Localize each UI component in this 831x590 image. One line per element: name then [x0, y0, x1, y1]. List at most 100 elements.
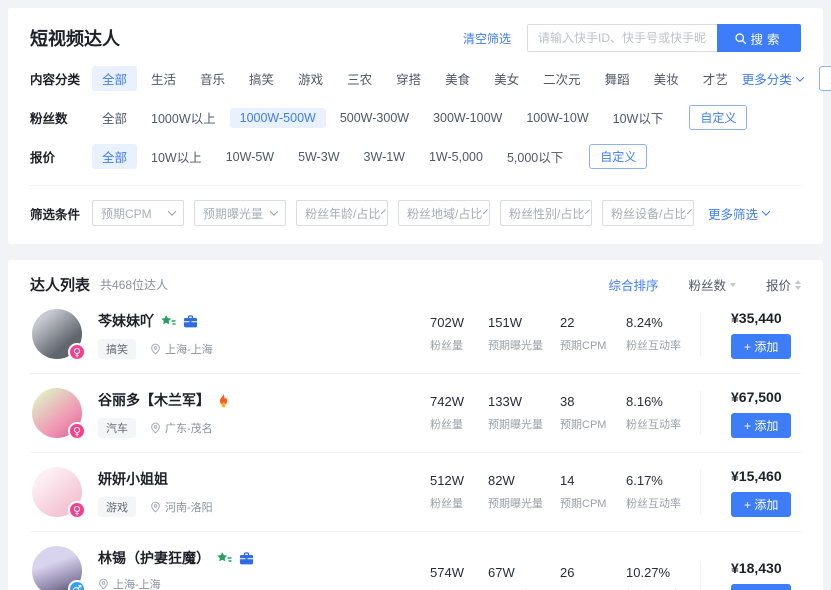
- filter-option[interactable]: 穿搭: [386, 66, 431, 91]
- filter-option[interactable]: 音乐: [190, 66, 235, 91]
- influencer-main: ♀ 妍妍小姐姐: [30, 467, 430, 517]
- filter-option[interactable]: 游戏: [288, 66, 333, 91]
- condition-select[interactable]: 预期CPM: [92, 200, 184, 226]
- sort-option[interactable]: 粉丝数: [688, 275, 736, 294]
- filter-option[interactable]: 全部: [92, 105, 137, 130]
- condition-select[interactable]: 粉丝年龄/占比: [296, 200, 388, 226]
- condition-select[interactable]: 粉丝设备/占比: [602, 200, 694, 226]
- more-filters-link[interactable]: 更多筛选: [708, 204, 769, 223]
- category-tag: 搞笑: [98, 339, 136, 359]
- stat-cpm: 22 预期CPM: [560, 315, 626, 353]
- name-line: 谷丽多【木兰军】: [98, 390, 230, 410]
- influencer-name[interactable]: 林锡（护妻狂魔）: [98, 548, 210, 568]
- filter-option[interactable]: 搞笑: [239, 66, 284, 91]
- filter-option[interactable]: 5W-3W: [288, 147, 349, 167]
- name-line: 妍妍小姐姐: [98, 469, 213, 489]
- filter-option[interactable]: 10W以下: [603, 105, 674, 130]
- stat-cpm-label: 预期CPM: [560, 416, 626, 432]
- influencer-row: ♂ 林锡（护妻狂魔）: [30, 532, 801, 590]
- price-column: ¥35,440 + 添加: [701, 310, 801, 359]
- stat-fans-value: 512W: [430, 473, 488, 488]
- sort-option[interactable]: 综合排序: [608, 275, 658, 294]
- filter-option[interactable]: 10W-5W: [216, 147, 284, 167]
- condition-select-label: 预期曝光量: [203, 205, 263, 222]
- filter-option[interactable]: 300W-100W: [423, 108, 512, 128]
- avatar[interactable]: ♀: [32, 309, 82, 359]
- stat-fans: 512W 粉丝量: [430, 473, 488, 511]
- meta-line: 汽车 广东-茂名: [98, 418, 230, 438]
- filter-option[interactable]: 500W-300W: [330, 108, 419, 128]
- filter-option[interactable]: 美女: [484, 66, 529, 91]
- influencer-name[interactable]: 芩妹妹吖: [98, 311, 154, 331]
- filter-option[interactable]: 三农: [337, 66, 382, 91]
- filter-option[interactable]: 1W-5,000: [419, 147, 493, 167]
- followers-custom-button[interactable]: 自定义: [689, 105, 747, 130]
- filter-option[interactable]: 美食: [435, 66, 480, 91]
- filter-divider: [30, 185, 801, 186]
- stat-engagement-value: 10.27%: [626, 565, 700, 580]
- filter-option[interactable]: 5,000以下: [497, 144, 573, 169]
- stat-exposure-label: 预期曝光量: [488, 416, 560, 432]
- stat-cpm: 26 预期CPM: [560, 565, 626, 590]
- condition-select[interactable]: 粉丝性别/占比: [500, 200, 592, 226]
- category-tag: 汽车: [98, 418, 136, 438]
- filter-option[interactable]: 1000W以上: [141, 105, 226, 130]
- stat-exposure: 82W 预期曝光量: [488, 473, 560, 511]
- gender-badge: ♀: [68, 422, 86, 440]
- avatar[interactable]: ♀: [32, 388, 82, 438]
- creator-star-icon: [161, 314, 176, 329]
- influencer-name[interactable]: 妍妍小姐姐: [98, 469, 168, 489]
- stat-exposure-value: 82W: [488, 473, 560, 488]
- filter-option[interactable]: 全部: [92, 66, 137, 91]
- filter-label-followers: 粉丝数: [30, 108, 92, 127]
- avatar[interactable]: ♀: [32, 467, 82, 517]
- stat-fans-value: 574W: [430, 565, 488, 580]
- add-button[interactable]: + 添加: [731, 584, 791, 590]
- filter-option[interactable]: 舞蹈: [595, 66, 640, 91]
- add-button[interactable]: + 添加: [731, 492, 791, 517]
- influencer-info: 芩妹妹吖: [98, 309, 213, 359]
- stat-engagement: 10.27% 粉丝互动率: [626, 565, 700, 590]
- condition-select[interactable]: 预期曝光量: [194, 200, 286, 226]
- filter-option[interactable]: 生活: [141, 66, 186, 91]
- sort-caret-icon: [795, 280, 801, 290]
- business-briefcase-icon: [239, 551, 254, 566]
- add-button[interactable]: + 添加: [731, 413, 791, 438]
- search-button[interactable]: 搜索: [717, 24, 801, 52]
- condition-select[interactable]: 粉丝地域/占比: [398, 200, 490, 226]
- search-box: 搜索: [527, 24, 801, 52]
- stat-cpm-value: 14: [560, 473, 626, 488]
- search-input[interactable]: [527, 24, 717, 52]
- stat-engagement-label: 粉丝互动率: [626, 495, 700, 511]
- filter-option[interactable]: 100W-10W: [516, 108, 598, 128]
- multi-select-button[interactable]: 多选: [819, 66, 831, 91]
- filter-option[interactable]: 10W以上: [141, 144, 212, 169]
- location-pin-icon: [98, 578, 109, 590]
- gender-badge: ♀: [68, 343, 86, 361]
- filter-option[interactable]: 才艺: [693, 66, 738, 91]
- stat-cpm-label: 预期CPM: [560, 495, 626, 511]
- filter-option[interactable]: 3W-1W: [354, 147, 415, 167]
- price-value: ¥67,500: [731, 389, 801, 405]
- location-pin-icon: [150, 422, 161, 434]
- avatar[interactable]: ♂: [32, 546, 82, 590]
- search-button-label: 搜索: [750, 29, 783, 48]
- influencer-row: ♀ 妍妍小姐姐: [30, 453, 801, 532]
- stat-exposure: 133W 预期曝光量: [488, 394, 560, 432]
- add-button[interactable]: + 添加: [731, 334, 791, 359]
- filter-option[interactable]: 1000W-500W: [230, 108, 326, 128]
- filter-label-category: 内容分类: [30, 69, 92, 88]
- filter-option[interactable]: 二次元: [533, 66, 591, 91]
- price-custom-button[interactable]: 自定义: [589, 144, 647, 169]
- influencer-name[interactable]: 谷丽多【木兰军】: [98, 390, 210, 410]
- sort-option[interactable]: 报价: [766, 275, 801, 294]
- stat-fans: 574W 粉丝量: [430, 565, 488, 590]
- filter-option[interactable]: 美妆: [644, 66, 689, 91]
- verified-icons: [217, 551, 254, 566]
- filter-label-conditions: 筛选条件: [30, 204, 92, 223]
- filter-option[interactable]: 全部: [92, 144, 137, 169]
- clear-filters-link[interactable]: 清空筛选: [463, 30, 511, 47]
- header-row: 短视频达人 清空筛选 搜索: [30, 24, 801, 52]
- meta-line: 搞笑 上海-上海: [98, 339, 213, 359]
- more-categories-link[interactable]: 更多分类: [742, 69, 803, 88]
